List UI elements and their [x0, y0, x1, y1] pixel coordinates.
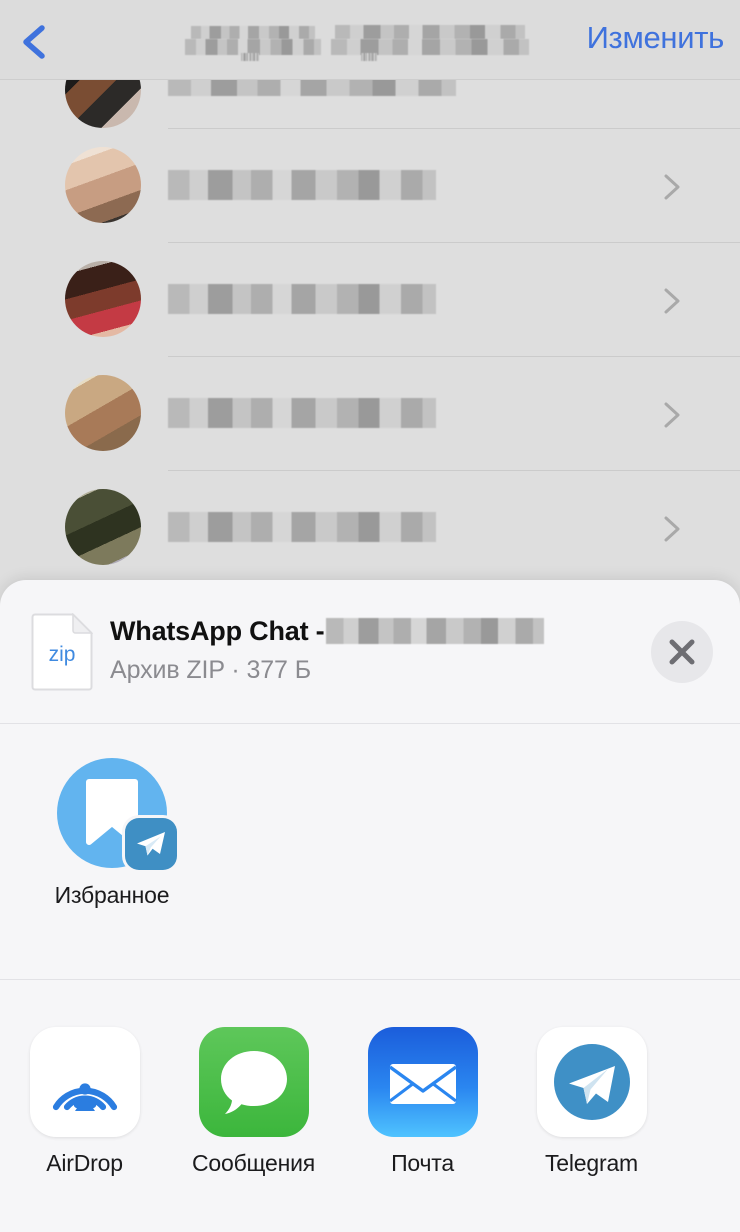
- contact-list: [0, 80, 740, 584]
- shared-file-info: WhatsApp Chat - Архив ZIP · 377 Б: [110, 614, 620, 685]
- airdrop-icon: [52, 1083, 117, 1111]
- back-button[interactable]: [14, 18, 58, 66]
- share-target-airdrop[interactable]: AirDrop: [0, 1027, 169, 1177]
- chevron-right-icon: [664, 402, 680, 428]
- mail-icon: [388, 1064, 457, 1104]
- app-icon-container: [536, 1027, 647, 1137]
- app-label: Сообщения: [191, 1150, 316, 1176]
- chevron-right-icon: [664, 174, 680, 200]
- table-row[interactable]: [0, 128, 740, 242]
- avatar: [65, 147, 141, 223]
- svg-text:zip: zip: [49, 643, 76, 666]
- shared-file-header: zip WhatsApp Chat - Архив ZIP · 377 Б: [0, 580, 740, 723]
- navigation-bar: Изменить: [0, 0, 740, 80]
- chevron-right-icon: [664, 516, 680, 542]
- telegram-icon: [137, 832, 165, 856]
- avatar: [57, 758, 177, 870]
- messages-icon: [220, 1051, 287, 1114]
- shared-file-title-redacted: [326, 618, 545, 644]
- close-icon: [669, 639, 695, 665]
- avatar: [65, 80, 141, 128]
- share-target-mail[interactable]: Почта: [338, 1027, 507, 1177]
- chevron-right-icon: [664, 288, 680, 314]
- shared-file-title: WhatsApp Chat -: [110, 615, 325, 646]
- share-target-messages[interactable]: Сообщения: [169, 1027, 338, 1177]
- zip-file-icon: zip: [31, 613, 93, 691]
- suggestion-item-saved-messages[interactable]: Избранное: [37, 758, 187, 909]
- table-row[interactable]: [0, 470, 740, 584]
- app-label: Почта: [391, 1150, 454, 1176]
- telegram-badge: [125, 818, 177, 870]
- close-button[interactable]: [651, 621, 713, 683]
- avatar: [65, 261, 141, 337]
- app-icon-container: [198, 1027, 309, 1137]
- shared-file-subtitle: Архив ZIP · 377 Б: [110, 656, 312, 684]
- telegram-icon: [553, 1044, 630, 1120]
- app-icon-container: [29, 1027, 140, 1137]
- app-label: Telegram: [545, 1150, 638, 1176]
- avatar: [65, 489, 141, 565]
- edit-button[interactable]: Изменить: [587, 20, 725, 56]
- table-row[interactable]: [0, 242, 740, 356]
- chevron-left-icon: [23, 25, 45, 59]
- share-sheet: zip WhatsApp Chat - Архив ZIP · 377 Б Из…: [0, 580, 740, 1232]
- table-row[interactable]: [0, 80, 740, 128]
- app-icon-container: [367, 1027, 478, 1137]
- app-label: AirDrop: [46, 1150, 123, 1176]
- page-title: [185, 22, 535, 61]
- suggestion-label: Избранное: [54, 882, 170, 908]
- avatar: [65, 375, 141, 451]
- share-target-telegram[interactable]: Telegram: [507, 1027, 676, 1177]
- table-row[interactable]: [0, 356, 740, 470]
- app-target-row: AirDrop Сообщения Почта Telegram: [0, 980, 740, 1232]
- suggestion-row: Избранное: [0, 724, 740, 979]
